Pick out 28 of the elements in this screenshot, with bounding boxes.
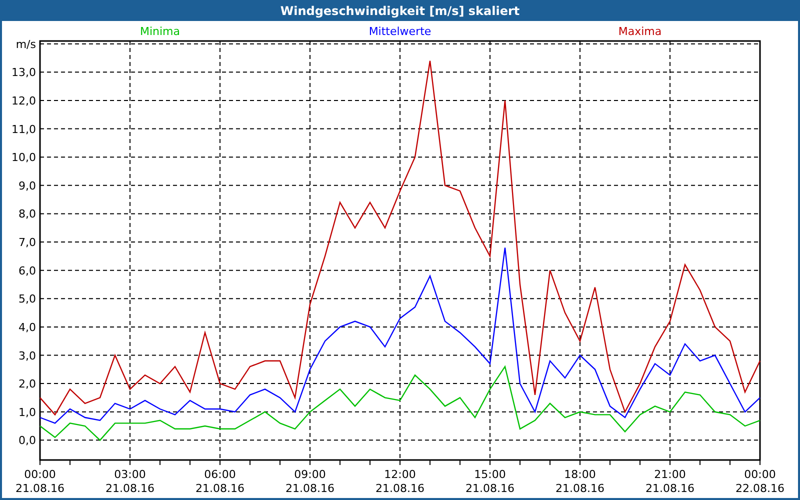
- legend-label: Mittelwerte: [368, 25, 432, 38]
- y-axis-label: 3,0: [18, 349, 36, 362]
- x-axis-label: 21:00 21.08.16: [646, 468, 694, 495]
- x-axis-label: 18:00 21.08.16: [556, 468, 604, 495]
- x-axis-label: 00:00 22.08.16: [736, 468, 784, 495]
- y-axis-label: 0,0: [18, 434, 36, 448]
- y-axis-label: 12,0: [12, 94, 36, 108]
- legend-label: Maxima: [618, 25, 662, 38]
- x-axis-label: 12:00 21.08.16: [376, 468, 424, 495]
- y-axis-label: 5,0: [18, 292, 36, 306]
- y-axis-label: 8,0: [18, 208, 36, 221]
- y-axis-label: m/s: [16, 38, 36, 51]
- x-axis-label: 09:00 21.08.16: [286, 468, 334, 495]
- y-axis-label: 6,0: [18, 264, 36, 278]
- x-axis-label: 03:00 21.08.16: [106, 468, 154, 495]
- y-axis-label: 13,0: [12, 66, 36, 80]
- legend-label: Minima: [140, 25, 180, 38]
- y-axis-label: 11,0: [12, 122, 36, 136]
- y-axis-label: 1,0: [18, 406, 36, 419]
- y-axis-label: 4,0: [18, 320, 36, 334]
- x-axis-label: 00:00 21.08.16: [16, 468, 64, 495]
- x-axis-label: 15:00 21.08.16: [466, 468, 514, 495]
- x-axis-label: 06:00 21.08.16: [196, 468, 244, 495]
- y-axis-label: 7,0: [18, 236, 36, 249]
- window-title: Windgeschwindigkeit [m/s] skaliert: [280, 4, 520, 18]
- y-axis-label: 10,0: [12, 151, 36, 164]
- y-axis-label: 2,0: [18, 378, 36, 391]
- y-axis-label: 9,0: [18, 179, 36, 192]
